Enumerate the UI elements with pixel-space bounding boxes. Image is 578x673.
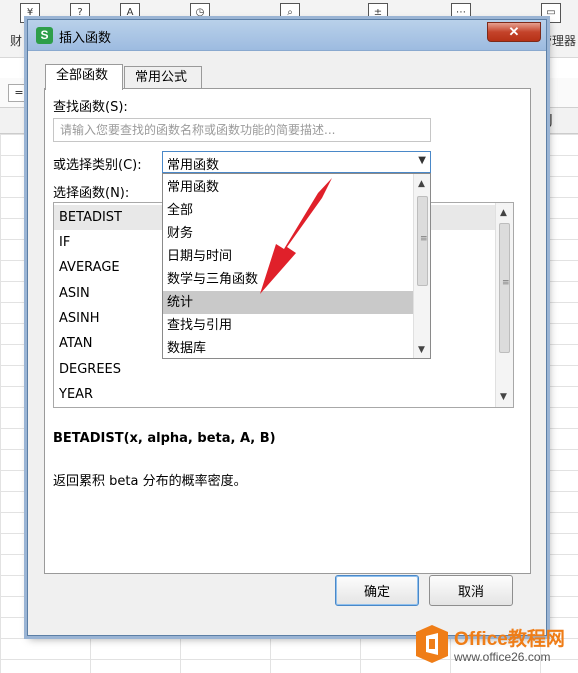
search-input[interactable] <box>53 118 431 142</box>
watermark-brand: Office教程网 <box>454 624 565 651</box>
close-icon: ✕ <box>508 24 520 39</box>
category-option-math[interactable]: 数学与三角函数 <box>163 268 414 291</box>
scrollbar-thumb[interactable]: ≡ <box>499 223 510 353</box>
column-header-j[interactable]: J <box>549 113 553 128</box>
category-dropdown-list[interactable]: 常用函数 全部 财务 日期与时间 数学与三角函数 统计 查找与引用 数据库 ▲ … <box>162 173 431 359</box>
close-button[interactable]: ✕ <box>487 22 541 42</box>
search-label: 查找函数(S): <box>53 100 128 115</box>
insert-function-dialog: S 插入函数 ✕ 全部函数 常用公式 查找函数(S): 或选择类别(C): 常用… <box>27 19 547 636</box>
function-list-label: 选择函数(N): <box>53 186 130 201</box>
dropdown-scrollbar[interactable]: ▲ ≡ ▼ <box>413 174 430 358</box>
watermark-url: www.office26.com <box>454 650 551 664</box>
grip-icon: ≡ <box>502 278 510 288</box>
function-item-year[interactable]: YEAR <box>54 382 495 407</box>
tab-all-functions[interactable]: 全部函数 <box>45 64 123 90</box>
function-signature: BETADIST(x, alpha, beta, A, B) <box>53 431 276 446</box>
dialog-titlebar[interactable]: S 插入函数 ✕ <box>28 20 546 51</box>
watermark: Office教程网 www.office26.com <box>414 620 578 673</box>
scroll-up-icon[interactable]: ▲ <box>500 208 507 218</box>
wps-app-icon: S <box>36 27 53 44</box>
office-logo-icon <box>416 625 448 663</box>
category-option-statistics[interactable]: 统计 <box>163 291 414 314</box>
dialog-title: 插入函数 <box>59 31 112 46</box>
category-option-all[interactable]: 全部 <box>163 199 414 222</box>
category-select[interactable]: 常用函数 ▼ <box>162 151 431 173</box>
category-option-finance[interactable]: 财务 <box>163 222 414 245</box>
category-option-datetime[interactable]: 日期与时间 <box>163 245 414 268</box>
category-label: 或选择类别(C): <box>53 158 142 173</box>
function-list-scrollbar[interactable]: ▲ ≡ ▼ <box>495 203 513 407</box>
grip-icon: ≡ <box>420 234 428 244</box>
cancel-button[interactable]: 取消 <box>429 575 513 606</box>
scroll-up-icon[interactable]: ▲ <box>418 179 425 189</box>
function-item-degrees[interactable]: DEGREES <box>54 357 495 382</box>
scroll-down-icon[interactable]: ▼ <box>418 345 425 355</box>
scrollbar-thumb[interactable]: ≡ <box>417 196 428 286</box>
scroll-down-icon[interactable]: ▼ <box>500 392 507 402</box>
category-selected-value: 常用函数 <box>167 158 220 173</box>
watermark-brand-latin: Office <box>454 629 508 650</box>
chevron-down-icon: ▼ <box>418 155 426 166</box>
tab-common-formulas[interactable]: 常用公式 <box>124 66 202 88</box>
category-option-common[interactable]: 常用函数 <box>163 176 414 199</box>
ribbon-label-finance[interactable]: 财 <box>10 32 22 49</box>
watermark-brand-cn: 教程网 <box>507 629 565 650</box>
category-option-database[interactable]: 数据库 <box>163 337 414 358</box>
function-description: 返回累积 beta 分布的概率密度。 <box>53 474 247 489</box>
ok-button[interactable]: 确定 <box>335 575 419 606</box>
category-option-lookup[interactable]: 查找与引用 <box>163 314 414 337</box>
